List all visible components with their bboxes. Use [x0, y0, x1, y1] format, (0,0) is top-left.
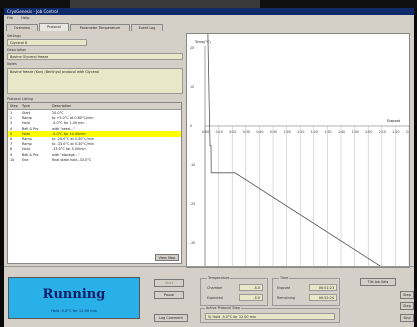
remaining-value: 00:52:24 — [309, 294, 337, 301]
active-step-label: Active Protocol Step — [205, 306, 242, 310]
temperature-group-label: Temperature — [207, 276, 231, 280]
tab-overview[interactable]: Overview — [6, 24, 38, 31]
notes-label: Notes — [7, 62, 17, 66]
x-tick-label: 1:30 — [324, 130, 331, 134]
menu-help[interactable]: Help — [21, 16, 29, 20]
pause-button[interactable]: Pause — [154, 291, 184, 299]
view-step-button[interactable]: View Step — [155, 254, 179, 261]
x-tick-label: 0:50 — [270, 130, 277, 134]
temperature-group: Temperature Chamber -5.0 Expected -5.0 — [200, 276, 268, 306]
skip-button[interactable]: Skip — [400, 314, 414, 322]
menu-bar: File Help — [4, 15, 414, 21]
col-step: Step — [10, 104, 18, 108]
y-tick-label: 10 — [190, 85, 194, 89]
col-type: Type — [22, 104, 30, 108]
step-button-1[interactable]: Step — [400, 291, 414, 299]
description-label: Description — [7, 48, 27, 52]
x-tick-label: 1:50 — [352, 130, 359, 134]
elapsed-value: 00:01:23 — [309, 284, 337, 291]
x-tick-label: 2:30 — [406, 130, 410, 134]
time-group-label: Time — [279, 276, 290, 280]
chamber-label: Chamber — [207, 286, 223, 290]
protocol-label: Protocol Listing — [7, 97, 33, 101]
protocol-row[interactable]: 10 End final state hold -33.0°C — [8, 157, 181, 163]
tab-event-log[interactable]: Event Log — [131, 24, 163, 31]
y-axis-label: Temp(°C) — [194, 40, 211, 44]
app-window: CryoGenesis - Job Control File Help Over… — [4, 8, 414, 327]
divider — [4, 266, 414, 267]
x-tick-label: 1:00 — [284, 130, 291, 134]
x-tick-label: 0:40 — [256, 130, 263, 134]
log-comment-button[interactable]: Log Comment — [154, 314, 188, 322]
protocol-table-header: Step Type Description — [8, 103, 181, 110]
x-tick-label: 0:20 — [229, 130, 236, 134]
y-tick-label: 20 — [190, 46, 194, 50]
description-field[interactable]: Bovine Glycerol freeze — [7, 53, 183, 60]
row-step: 10 — [10, 157, 15, 162]
col-description: Description — [52, 104, 72, 108]
x-tick-label: 0:10 — [216, 130, 223, 134]
row-type: End — [22, 157, 29, 162]
x-tick-label: 0:00 — [202, 130, 209, 134]
x-tick-label: 2:10 — [379, 130, 386, 134]
chamber-value: -5.0 — [239, 284, 263, 291]
x-tick-label: 1:20 — [311, 130, 318, 134]
tab-protocol[interactable]: Protocol — [39, 23, 69, 31]
remaining-label: Remaining — [277, 296, 296, 300]
active-step-group: Active Protocol Step 5) Hold -5.0°C for … — [200, 306, 340, 323]
menu-file[interactable]: File — [7, 16, 13, 20]
temperature-curve — [207, 34, 383, 267]
elapsed-label: Elapsed — [277, 286, 291, 290]
x-tick-label: 1:40 — [338, 130, 345, 134]
active-step-value: 5) Hold -5.0°C for 12.00 min — [205, 313, 335, 320]
protocol-table: Step Type Description 1 Start 20.0°C 2 Ramp t… — [7, 102, 182, 264]
x-tick-label: 0:30 — [243, 130, 250, 134]
y-tick-label: -20 — [190, 202, 195, 206]
chart-svg: Temp(°C) Elapsed 0:00 0:10 0:20 0:30 0:40 0:5… — [190, 34, 410, 267]
tile-job-sets-button[interactable]: Tile Job Sets — [360, 278, 396, 286]
row-description: final state hold -33.0°C — [52, 157, 92, 162]
x-tick-label: 2:00 — [365, 130, 372, 134]
expected-label: Expected — [207, 296, 223, 300]
status-title: Running — [42, 287, 106, 302]
expected-value: -5.0 — [239, 294, 263, 301]
temperature-chart: Temp(°C) Elapsed 0:00 0:10 0:20 0:30 0:40 0:5… — [186, 33, 410, 268]
y-tick-label: -10 — [190, 163, 195, 167]
window-title: CryoGenesis - Job Control — [4, 8, 414, 15]
x-tick-label: 2:20 — [392, 130, 399, 134]
y-tick-label: 0 — [190, 124, 192, 128]
start-button[interactable]: Start — [154, 279, 184, 287]
settings-field[interactable]: Glycerol 8 — [7, 39, 87, 46]
time-group: Time Elapsed 00:01:23 Remaining 00:52:24 — [272, 276, 340, 306]
step-button-2[interactable]: Step — [400, 302, 414, 310]
tab-parameter-temperature[interactable]: Parameter Temperature — [70, 24, 130, 31]
settings-label: Settings — [7, 34, 21, 38]
status-panel: Running Hold -5.0°C for 12.00 min — [8, 277, 140, 319]
y-tick-label: -30 — [190, 241, 195, 245]
status-subtitle: Hold -5.0°C for 12.00 min — [50, 309, 98, 313]
x-axis-label: Elapsed — [387, 119, 400, 123]
x-tick-label: 1:10 — [297, 130, 304, 134]
notes-field[interactable]: Bovine freeze (Kan) (Berlinyo) protocol … — [7, 68, 183, 94]
